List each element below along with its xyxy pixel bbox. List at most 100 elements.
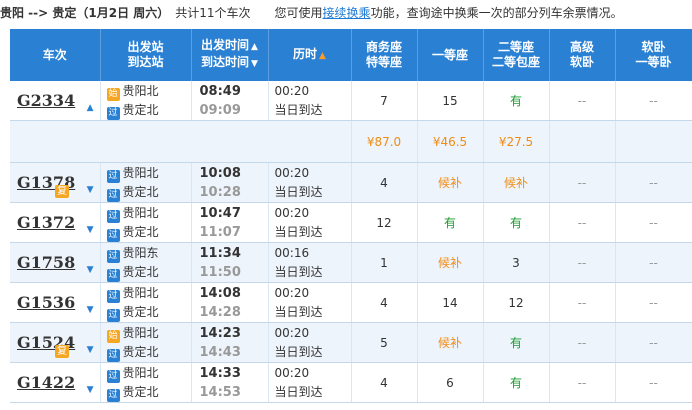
from-station: 贵阳北	[122, 83, 159, 98]
arrival-day: 当日到达	[274, 384, 323, 399]
sort-duration-icon[interactable]: ▲	[319, 51, 326, 61]
train-cell: G2334 ▲	[10, 81, 101, 121]
first-class-availability[interactable]: 6	[417, 362, 484, 403]
soft-sleeper-availability: --	[615, 322, 692, 363]
stop-list-toggle-icon[interactable]: ▼	[87, 185, 94, 195]
first-class-price: ¥46.5	[417, 120, 484, 163]
second-class-availability[interactable]: 有	[483, 322, 550, 363]
times-cell: 10:08 10:28	[191, 162, 269, 203]
train-cell: G1372 ▼	[10, 202, 101, 243]
stop-list-toggle-icon[interactable]: ▲	[87, 103, 94, 113]
train-cell: G1536 ▼	[10, 282, 101, 323]
train-row: G1536 ▼ 过贵阳北过贵定北 14:08 14:28 00:20 当日到达 4 14 12 --…	[10, 282, 692, 323]
stop-list-toggle-icon[interactable]: ▼	[87, 225, 94, 235]
business-seat-availability[interactable]: 5	[351, 322, 418, 363]
times-cell: 14:33 14:53	[191, 362, 269, 403]
business-seat-availability[interactable]: 7	[351, 81, 418, 121]
second-class-availability[interactable]: 有	[483, 202, 550, 243]
to-station: 贵定北	[122, 264, 159, 279]
header-deluxe-sleeper: 高级 软卧	[549, 29, 616, 81]
arrival-time: 11:50	[199, 264, 241, 280]
passing-station-badge: 过	[106, 348, 120, 362]
arrival-time: 09:09	[199, 102, 241, 118]
times-cell: 10:47 11:07	[191, 202, 269, 243]
from-station: 贵阳北	[122, 205, 159, 220]
header-times[interactable]: 出发时间 ▲ 到达时间 ▼	[191, 29, 269, 81]
soft-sleeper-availability: --	[615, 202, 692, 243]
deluxe-sleeper-availability: --	[549, 81, 616, 121]
duration-cell: 00:20 当日到达	[268, 202, 352, 243]
passing-station-badge: 过	[106, 369, 120, 383]
train-count: 共计11个车次	[175, 6, 251, 20]
deluxe-sleeper-availability: --	[549, 242, 616, 283]
business-seat-availability[interactable]: 12	[351, 202, 418, 243]
stations-cell: 始贵阳北过贵定北	[100, 322, 192, 363]
business-seat-availability[interactable]: 4	[351, 282, 418, 323]
deluxe-sleeper-availability: --	[549, 362, 616, 403]
to-station: 贵定北	[122, 304, 159, 319]
deluxe-sleeper-availability: --	[549, 322, 616, 363]
arrival-time: 10:28	[199, 184, 241, 200]
business-seat-availability[interactable]: 4	[351, 362, 418, 403]
route-title: 贵阳 --> 贵定（1月2日 周六）	[0, 6, 170, 20]
business-seat-availability[interactable]: 1	[351, 242, 418, 283]
duration-value: 00:20	[274, 83, 310, 98]
departure-time: 11:34	[199, 245, 241, 261]
train-row: G1422 ▼ 过贵阳北过贵定北 14:33 14:53 00:20 当日到达 4 6 有 -- --	[10, 362, 692, 403]
train-number-link[interactable]: G2334	[17, 91, 75, 110]
stop-list-toggle-icon[interactable]: ▼	[87, 265, 94, 275]
second-class-availability[interactable]: 有	[483, 81, 550, 121]
from-station: 贵阳北	[122, 365, 159, 380]
second-class-availability[interactable]: 候补	[483, 162, 550, 203]
header-train-no: 车次	[10, 29, 101, 81]
first-class-availability[interactable]: 有	[417, 202, 484, 243]
train-cell: G1378 复 ▼	[10, 162, 101, 203]
arrival-time: 11:07	[199, 224, 241, 240]
duration-value: 00:20	[274, 285, 310, 300]
duration-value: 00:20	[274, 325, 310, 340]
second-class-availability[interactable]: 有	[483, 362, 550, 403]
notice-text-after: 功能，查询途中换乘一次的部分列车余票情况。	[370, 6, 623, 20]
header-duration[interactable]: 历时 ▲	[268, 29, 352, 81]
sort-down-icon[interactable]: ▼	[251, 59, 258, 69]
train-number-link[interactable]: G1758	[17, 253, 75, 272]
arrival-day: 当日到达	[274, 184, 323, 199]
train-results-table: 车次 出发站 到达站 出发时间 ▲ 到达时间 ▼ 历时 ▲ 商务座 特等座 一等座 二等座二…	[10, 29, 692, 403]
stop-list-toggle-icon[interactable]: ▼	[87, 385, 94, 395]
business-seat-price: ¥87.0	[351, 120, 418, 163]
stations-cell: 过贵阳东过贵定北	[100, 242, 192, 283]
train-row: G2334 ▲ 始贵阳北过贵定北 08:49 09:09 00:20 当日到达 7 15 有 -- -…	[10, 81, 692, 121]
deluxe-sleeper-availability: --	[549, 162, 616, 203]
duration-cell: 00:20 当日到达	[268, 81, 352, 121]
train-number-link[interactable]: G1422	[17, 373, 75, 392]
from-station: 贵阳东	[122, 245, 159, 260]
passing-station-badge: 过	[106, 106, 120, 120]
train-number-link[interactable]: G1536	[17, 293, 75, 312]
reissue-badge: 复	[55, 345, 69, 358]
train-number-link[interactable]: G1372	[17, 213, 75, 232]
duration-cell: 00:16 当日到达	[268, 242, 352, 283]
transfer-link[interactable]: 接续换乘	[323, 6, 371, 20]
first-class-availability[interactable]: 15	[417, 81, 484, 121]
header-stations: 出发站 到达站	[100, 29, 192, 81]
arrival-day: 当日到达	[274, 224, 323, 239]
second-class-availability[interactable]: 12	[483, 282, 550, 323]
first-class-availability[interactable]: 候补	[417, 162, 484, 203]
stop-list-toggle-icon[interactable]: ▼	[87, 345, 94, 355]
arrival-time: 14:53	[199, 384, 241, 400]
sort-up-icon[interactable]: ▲	[251, 42, 258, 52]
notice-text-before: 您可使用	[274, 6, 323, 20]
business-seat-availability[interactable]: 4	[351, 162, 418, 203]
stop-list-toggle-icon[interactable]: ▼	[87, 305, 94, 315]
duration-cell: 00:20 当日到达	[268, 162, 352, 203]
passing-station-badge: 过	[106, 308, 120, 322]
deluxe-sleeper-availability: --	[549, 202, 616, 243]
duration-value: 00:20	[274, 365, 310, 380]
times-cell: 11:34 11:50	[191, 242, 269, 283]
first-class-availability[interactable]: 14	[417, 282, 484, 323]
first-class-availability[interactable]: 候补	[417, 322, 484, 363]
first-class-availability[interactable]: 候补	[417, 242, 484, 283]
soft-sleeper-availability: --	[615, 162, 692, 203]
second-class-availability[interactable]: 3	[483, 242, 550, 283]
passing-station-badge: 过	[106, 289, 120, 303]
